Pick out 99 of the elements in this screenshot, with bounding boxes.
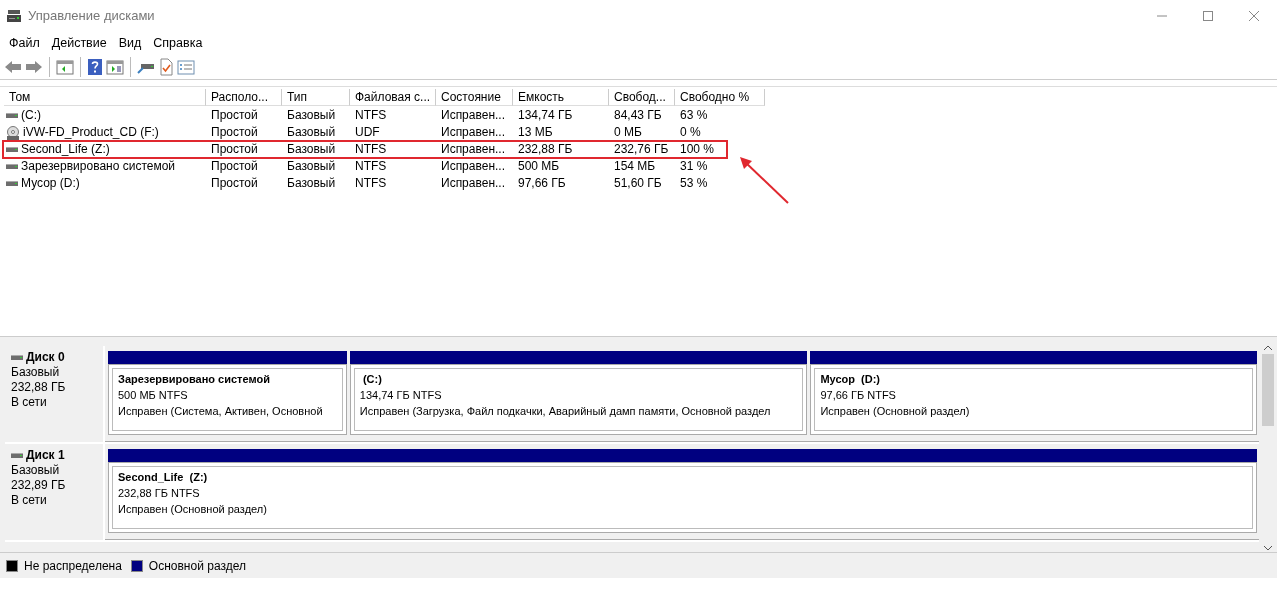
table-cell-text: 134,74 ГБ <box>517 107 574 124</box>
table-cell-text: Простой <box>210 158 259 175</box>
legend-label: Основной раздел <box>148 557 246 575</box>
drive-icon <box>11 450 23 461</box>
table-cell-text: UDF <box>354 124 381 141</box>
panel-icon[interactable] <box>56 57 74 76</box>
table-cell-text: 0 % <box>679 124 702 141</box>
table-cell: (C:) <box>21 107 41 124</box>
partition-name: (C:) <box>361 372 382 387</box>
disk-info: Базовый <box>11 365 61 380</box>
table-cell-text: 97,66 ГБ <box>517 175 567 192</box>
partition-status: Исправен (Основной раздел) <box>118 502 267 517</box>
table-cell-text: 500 МБ <box>517 158 561 175</box>
partition-box[interactable]: Зарезервировано системой 500 МБ NTFS Исправен (Система, Активен, Основной <box>108 364 347 435</box>
table-cell-text: 53 % <box>679 175 709 192</box>
menu-item[interactable]: Файл <box>3 32 46 54</box>
disk-info: 232,89 ГБ <box>11 478 67 493</box>
table-cell: iVW-FD_Product_CD (F:) <box>23 124 159 141</box>
table-cell: Зарезервировано системой <box>21 158 176 175</box>
disk-name: Диск 1 <box>26 448 65 463</box>
table-cell-text: 0 МБ <box>613 124 643 141</box>
disk-name: Диск 0 <box>26 350 65 365</box>
table-cell-text: NTFS <box>354 175 388 192</box>
drive-icon <box>6 144 18 155</box>
scroll-down-icon <box>1263 544 1273 552</box>
partition-name: Мусор (D:) <box>820 372 881 387</box>
menu-item[interactable]: Действие <box>45 32 113 54</box>
close-icon <box>1249 11 1259 21</box>
table-cell-text: NTFS <box>354 158 388 175</box>
table-cell-text: 51,60 ГБ <box>613 175 663 192</box>
table-cell-text: Базовый <box>286 124 337 141</box>
table-cell-text: Простой <box>210 107 259 124</box>
drive-icon <box>6 178 18 189</box>
table-cell-text: Простой <box>210 124 259 141</box>
partition-name: Second_Life (Z:) <box>118 470 208 485</box>
partition-size: 97,66 ГБ NTFS <box>820 388 896 403</box>
table-cell-text: Базовый <box>286 175 337 192</box>
partition-box[interactable]: Мусор (D:) 97,66 ГБ NTFS Исправен (Основной раздел) <box>810 364 1257 435</box>
help-icon[interactable] <box>87 57 103 76</box>
table-cell-text: Исправен... <box>440 141 506 158</box>
scroll-thumb[interactable] <box>1262 354 1274 426</box>
column-header[interactable]: Свободно % <box>675 89 765 106</box>
column-header[interactable]: Емкость <box>513 89 609 106</box>
table-cell-text: Простой <box>210 175 259 192</box>
table-cell-text: 63 % <box>679 107 709 124</box>
checklist-icon[interactable] <box>158 57 174 76</box>
table-cell-text: 154 МБ <box>613 158 657 175</box>
partition-status: Исправен (Система, Активен, Основной <box>118 404 323 419</box>
column-header[interactable]: Располо... <box>206 89 282 106</box>
column-header[interactable]: Свобод... <box>609 89 675 106</box>
partition-box[interactable]: (C:) 134,74 ГБ NTFS Исправен (Загрузка, Файл подкачки, Аварийный дамп памяти, Основной раздел <box>349 364 808 435</box>
drive-icon <box>6 161 18 172</box>
partition-name: Зарезервировано системой <box>118 372 270 387</box>
table-cell-text: NTFS <box>354 141 388 158</box>
table-cell-text: 232,76 ГБ <box>613 141 670 158</box>
pointer-arrow <box>738 155 790 205</box>
window-title: Управление дисками <box>28 7 155 26</box>
column-header[interactable]: Состояние <box>436 89 513 106</box>
column-header[interactable]: Файловая с... <box>350 89 436 106</box>
disk-info: В сети <box>11 395 48 410</box>
partition-size: 134,74 ГБ NTFS <box>359 388 442 403</box>
maximize-icon <box>1203 11 1213 21</box>
table-cell-text: Исправен... <box>440 175 506 192</box>
scrollbar[interactable] <box>1259 344 1277 552</box>
table-cell-text: Базовый <box>286 141 337 158</box>
cd-drive-icon <box>6 125 20 140</box>
menu-item[interactable]: Справка <box>147 32 209 54</box>
table-cell-text: Базовый <box>286 158 337 175</box>
partition-size: 500 МБ NTFS <box>118 388 188 403</box>
disk-info: 232,88 ГБ <box>11 380 67 395</box>
column-header[interactable]: Тип <box>282 89 350 106</box>
table-cell-text: NTFS <box>354 107 388 124</box>
table-cell-text: Исправен... <box>440 107 506 124</box>
drive-icon <box>6 110 18 121</box>
table-cell-text: Простой <box>210 141 259 158</box>
panel-icon[interactable] <box>106 57 124 76</box>
properties-icon[interactable] <box>177 57 195 76</box>
table-cell-text: 84,43 ГБ <box>613 107 663 124</box>
table-cell-text: 100 % <box>679 141 716 158</box>
table-cell-text: 31 % <box>679 158 709 175</box>
table-cell: Second_Life (Z:) <box>21 141 110 158</box>
column-header[interactable]: Том <box>4 89 206 106</box>
partition-box[interactable]: Second_Life (Z:) 232,88 ГБ NTFS Исправен (Основной раздел) <box>108 462 1257 533</box>
disk-management-icon <box>6 8 22 24</box>
table-cell-text: Исправен... <box>440 158 506 175</box>
table-cell-text: Исправен... <box>440 124 506 141</box>
table-cell-text: Базовый <box>286 107 337 124</box>
drive-icon <box>11 352 23 363</box>
partition-size: 232,88 ГБ NTFS <box>118 486 200 501</box>
menu-item[interactable]: Вид <box>112 32 148 54</box>
partition-status: Исправен (Основной раздел) <box>820 404 970 419</box>
table-cell-text: 232,88 ГБ <box>517 141 574 158</box>
table-cell-text: 13 МБ <box>517 124 554 141</box>
scroll-up-icon <box>1263 344 1273 352</box>
disk-info: Базовый <box>11 463 61 478</box>
disk-info: В сети <box>11 493 48 508</box>
table-cell: Мусор (D:) <box>21 175 80 192</box>
legend-label: Не распределена <box>24 557 122 575</box>
partition-status: Исправен (Загрузка, Файл подкачки, Аварийный дамп памяти, Основной раздел <box>359 404 771 419</box>
